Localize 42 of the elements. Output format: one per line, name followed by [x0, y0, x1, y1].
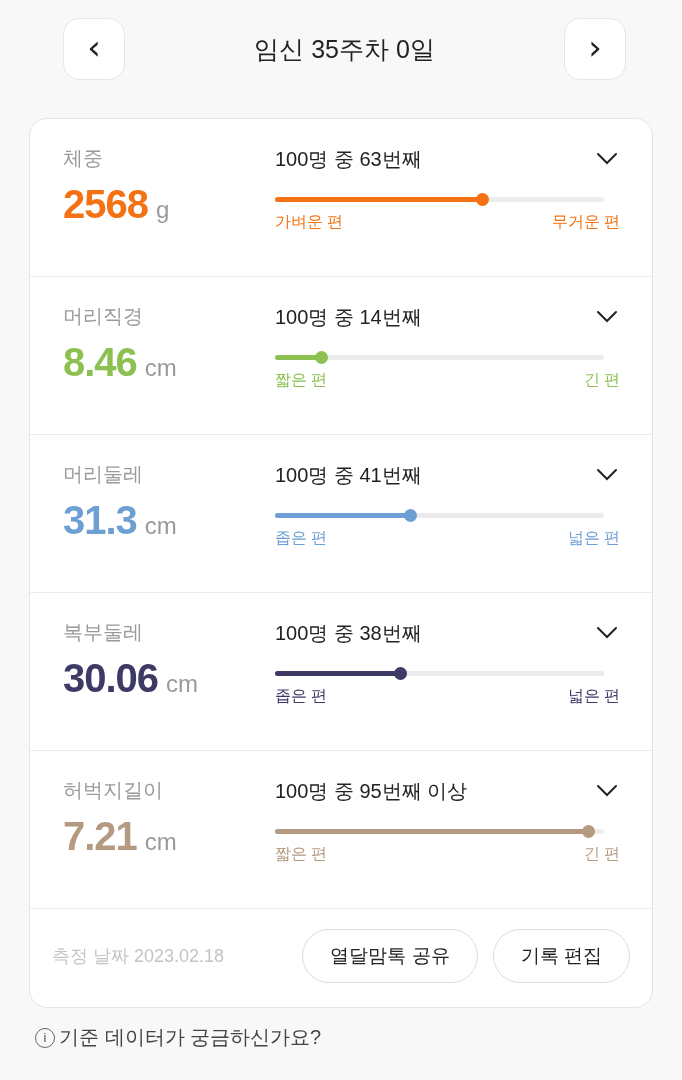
rank-text: 100명 중 14번째 [275, 304, 422, 330]
previous-button[interactable]: ‹ [63, 18, 125, 80]
measure-value: 8.46 [63, 340, 137, 385]
measure-label: 체중 [63, 146, 104, 171]
low-label: 짧은 편 [275, 844, 328, 864]
measure-value: 31.3 [63, 498, 137, 543]
high-label: 넓은 편 [567, 528, 620, 548]
chevron-down-icon[interactable] [596, 784, 618, 798]
measure-value: 2568 [63, 182, 148, 227]
measure-unit: g [156, 196, 170, 224]
high-label: 넓은 편 [567, 686, 620, 706]
info-link[interactable]: 기준 데이터가 궁금하신가요? [59, 1024, 322, 1051]
measure-label: 허벅지길이 [63, 778, 164, 803]
chevron-down-icon[interactable] [596, 152, 618, 166]
measure-label: 복부둘레 [63, 620, 144, 645]
chevron-down-icon[interactable] [596, 468, 618, 482]
high-label: 긴 편 [583, 370, 620, 390]
measure-value: 7.21 [63, 814, 137, 859]
low-label: 좁은 편 [275, 686, 328, 706]
chevron-down-icon[interactable] [596, 626, 618, 640]
page-title: 임신 35주차 0일 [254, 33, 435, 65]
action-button[interactable]: 열달맘톡 공유 [302, 929, 478, 983]
measure-date: 측정 날짜 2023.02.18 [52, 945, 225, 968]
rank-text: 100명 중 41번째 [275, 462, 422, 488]
chevron-down-icon[interactable] [596, 310, 618, 324]
next-button[interactable]: › [564, 18, 626, 80]
rank-text: 100명 중 95번째 이상 [275, 778, 468, 804]
measure-unit: cm [144, 354, 177, 382]
measure-unit: cm [166, 670, 199, 698]
low-label: 좁은 편 [275, 528, 328, 548]
low-label: 가벼운 편 [275, 212, 344, 232]
measure-unit: cm [144, 512, 177, 540]
measure-label: 머리둘레 [63, 462, 144, 487]
measure-unit: cm [144, 828, 177, 856]
rank-text: 100명 중 38번째 [275, 620, 422, 646]
measure-label: 머리직경 [63, 304, 144, 329]
high-label: 긴 편 [583, 844, 620, 864]
high-label: 무거운 편 [551, 212, 620, 232]
low-label: 짧은 편 [275, 370, 328, 390]
action-button[interactable]: 기록 편집 [492, 929, 630, 983]
rank-text: 100명 중 63번째 [275, 146, 422, 172]
measure-value: 30.06 [63, 656, 159, 701]
